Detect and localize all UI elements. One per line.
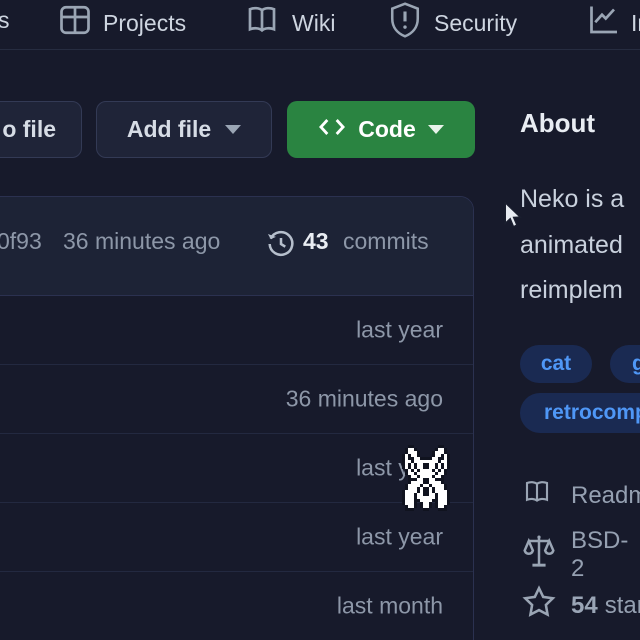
add-file-button[interactable]: Add file [96,101,272,158]
history-clock-icon [265,228,297,266]
about-description-line: reimplem [520,276,640,305]
tab-projects-label: Projects [103,10,186,37]
about-description-line: animated [520,231,640,260]
tab-security[interactable]: Security [388,1,517,45]
go-to-file-label: o file [2,116,56,143]
file-updated-time: last month [337,593,443,620]
table-row[interactable]: 36 minutes ago [0,365,473,434]
tab-wiki[interactable]: Wiki [242,2,335,44]
file-updated-time: last year [356,317,443,344]
chevron-down-icon [428,125,444,134]
about-heading: About [520,108,595,139]
table-row[interactable]: last year [0,296,473,365]
book-icon [242,2,282,44]
about-description-line: Neko is a [520,185,640,214]
license-label: BSD-2 [571,527,640,583]
files-table: 0f93 36 minutes ago 43 commits last year… [0,196,474,640]
readme-label: Readme [571,482,640,510]
repo-page: s Projects Wiki Security In [0,0,640,640]
star-icon [521,584,557,627]
tab-security-label: Security [434,10,517,37]
code-button[interactable]: Code [287,101,475,158]
book-icon [521,477,553,514]
table-row[interactable]: last month [0,572,473,640]
graph-icon [585,2,622,44]
commit-hash[interactable]: 0f93 [0,228,42,255]
table-icon [57,2,93,44]
readme-link[interactable]: Readme [521,477,640,514]
tab-wiki-label: Wiki [292,10,335,37]
stars-link[interactable]: 54 stars [521,584,640,627]
repo-tab-bar: s Projects Wiki Security In [0,0,640,50]
tab-insights-label: In [631,10,640,37]
stars-label: stars [605,592,640,619]
mouse-pointer-icon [503,202,524,234]
file-updated-time: 36 minutes ago [286,386,443,413]
commit-time: 36 minutes ago [63,228,220,255]
topic-tag-go[interactable]: go [610,345,640,383]
tab-projects[interactable]: Projects [57,2,186,44]
go-to-file-button[interactable]: o file [0,101,82,158]
neko-cat-sprite [402,445,450,516]
license-link[interactable]: BSD-2 [521,527,640,583]
code-icon [318,115,346,145]
latest-commit-bar[interactable]: 0f93 36 minutes ago 43 commits [0,197,473,296]
law-icon [521,533,557,578]
topic-tag-retrocomputing[interactable]: retrocomp [520,393,640,433]
add-file-label: Add file [127,116,211,143]
chevron-down-icon [225,125,241,134]
commits-label[interactable]: commits [343,228,429,255]
stars-count: 54 [571,592,598,619]
tab-actions-partial[interactable]: s [0,7,10,34]
commits-count[interactable]: 43 [303,228,329,255]
shield-exclamation-icon [388,1,422,45]
code-button-label: Code [358,116,416,143]
file-updated-time: last year [356,524,443,551]
tab-insights[interactable]: In [585,2,640,44]
topic-tag-cat[interactable]: cat [520,345,592,383]
